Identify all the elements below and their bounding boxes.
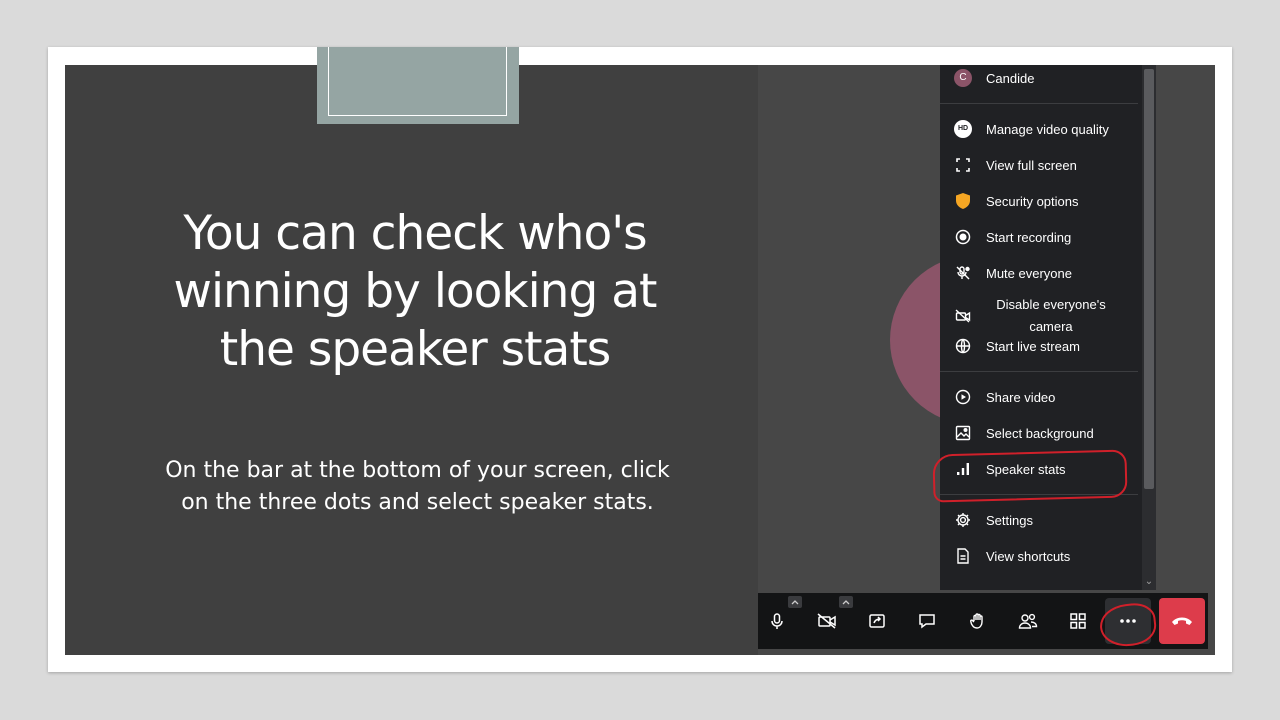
menu-divider [940,371,1138,372]
scrollbar-thumb[interactable] [1144,69,1154,489]
menu-item-start-live-stream[interactable]: Start live stream [940,328,1136,364]
slide-body: On the bar at the bottom of your screen,… [165,458,670,515]
screen-share-button[interactable] [854,598,900,644]
chat-icon [919,614,935,629]
menu-item-view-full-screen[interactable]: View full screen [940,147,1136,183]
camera-off-icon [817,613,836,629]
play-icon [955,389,971,405]
slide-accent-tab-border [328,47,507,116]
hang-up-icon [1172,617,1192,625]
audio-settings-caret[interactable] [788,596,802,608]
video-settings-caret[interactable] [839,596,853,608]
more-options-button[interactable] [1105,598,1151,644]
participants-icon [1018,613,1038,629]
user-name: Candide [986,70,1035,86]
menu-scrollbar[interactable]: ⌄ [1142,65,1156,590]
tile-view-icon [1070,613,1086,629]
menu-divider [940,494,1138,495]
menu-item-select-background[interactable]: Select background [940,415,1136,451]
tile-view-button[interactable] [1055,598,1101,644]
gear-icon [956,513,970,527]
fullscreen-icon [956,158,970,172]
menu-item-mute-everyone[interactable]: Mute everyone [940,255,1136,291]
scroll-down-icon[interactable]: ⌄ [1144,576,1154,588]
menu-item-share-video[interactable]: Share video [940,379,1136,415]
document-icon [957,548,969,564]
record-icon [955,229,971,245]
menu-item-start-recording[interactable]: Start recording [940,219,1136,255]
slide-title: You can check who's winning by looking a… [173,206,658,377]
menu-item-security-options[interactable]: Security options [940,183,1136,219]
bar-chart-icon [957,463,969,475]
raise-hand-icon [970,613,983,629]
meeting-toolbar [758,593,1208,649]
chat-button[interactable] [904,598,950,644]
camera-off-icon [955,309,971,323]
menu-user-profile[interactable]: C Candide [940,65,1136,96]
chevron-up-icon [842,600,850,605]
shield-icon [956,193,970,209]
menu-item-speaker-stats[interactable]: Speaker stats [940,451,1136,487]
user-avatar: C [954,69,972,87]
more-options-menu: C Candide HD Manage video quality View f… [940,65,1156,590]
participants-button[interactable] [1005,598,1051,644]
microphone-icon [771,613,783,629]
menu-item-settings[interactable]: Settings [940,502,1136,538]
menu-item-view-shortcuts[interactable]: View shortcuts [940,538,1136,574]
screen-share-icon [869,614,885,628]
hd-icon: HD [954,120,972,138]
more-options-icon [1120,619,1136,623]
hang-up-button[interactable] [1159,598,1205,644]
slide-accent-tab [317,47,519,124]
raise-hand-button[interactable] [955,598,1001,644]
background-icon [955,425,971,441]
mute-all-icon [956,266,970,280]
chevron-up-icon [791,600,799,605]
menu-item-manage-video-quality[interactable]: HD Manage video quality [940,111,1136,147]
live-stream-icon [955,338,971,354]
menu-divider [940,103,1138,104]
meeting-screenshot: C Candide HD Manage video quality View f… [758,65,1215,655]
slide-content: You can check who's winning by looking a… [65,65,1215,655]
